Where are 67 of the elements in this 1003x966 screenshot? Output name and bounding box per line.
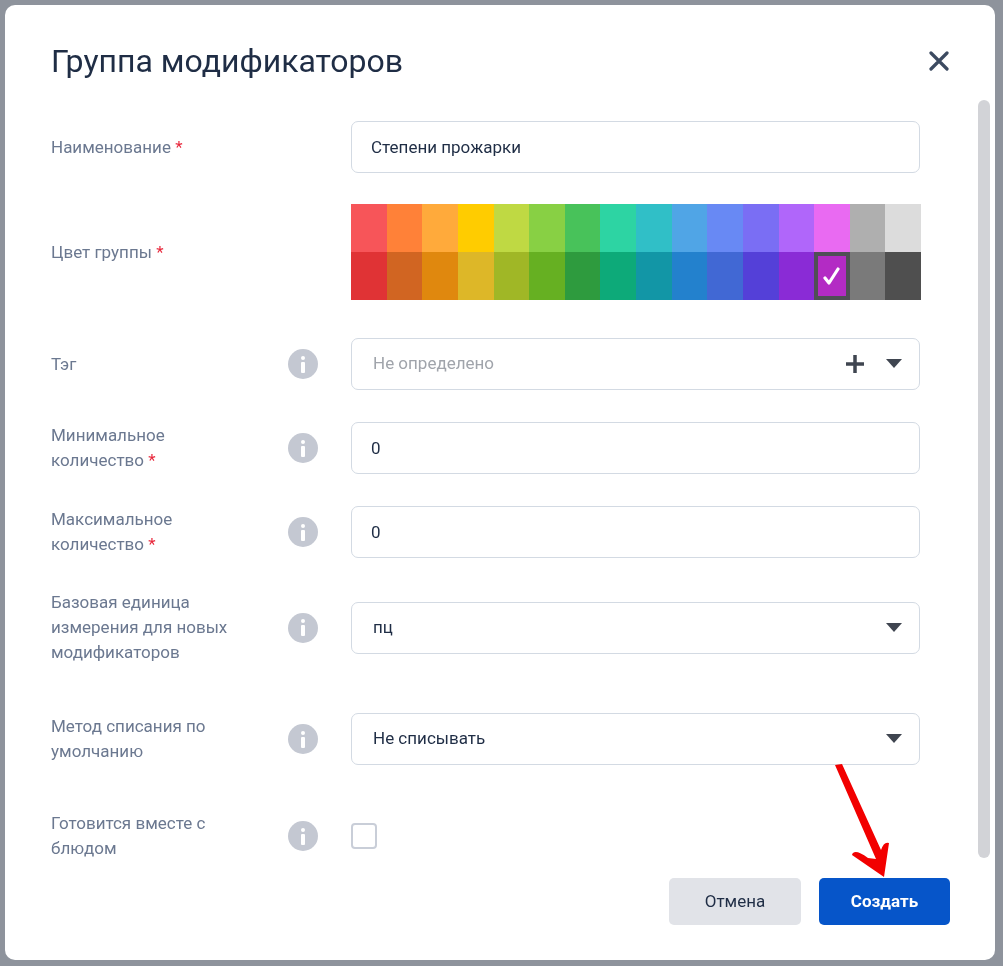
color-swatch[interactable]	[386, 252, 423, 300]
color-swatch[interactable]	[849, 204, 886, 252]
field-label: Базовая единица измерения для новых модификаторов	[51, 591, 229, 664]
color-swatch[interactable]	[493, 252, 530, 300]
text-input-field[interactable]: 0	[351, 422, 920, 474]
color-swatch[interactable]	[422, 252, 458, 300]
dropdown-value: пц	[373, 615, 394, 639]
info-icon[interactable]	[288, 433, 318, 463]
color-swatch[interactable]	[493, 204, 530, 252]
close-icon	[929, 51, 949, 71]
create-button[interactable]: Создать	[819, 878, 950, 925]
field-label: Наименование *	[51, 135, 184, 159]
color-swatch[interactable]	[636, 204, 672, 252]
color-swatch[interactable]	[885, 252, 921, 300]
color-swatch[interactable]	[778, 204, 815, 252]
color-swatch[interactable]	[457, 252, 494, 300]
color-swatch[interactable]	[564, 204, 601, 252]
dropdown-field[interactable]: пц	[351, 601, 920, 654]
dialog-title: Группа модификаторов	[51, 41, 404, 81]
info-icon[interactable]	[288, 517, 318, 547]
dropdown-caret-icon	[886, 359, 902, 369]
close-button[interactable]	[927, 49, 951, 73]
color-swatch[interactable]	[351, 252, 387, 300]
color-swatch[interactable]	[422, 204, 458, 252]
field-label: Максимальное количество *	[51, 508, 174, 556]
field-label: Тэг	[51, 352, 78, 376]
add-button[interactable]	[844, 353, 866, 375]
info-icon[interactable]	[288, 349, 318, 379]
color-swatch[interactable]	[707, 204, 743, 252]
color-swatch[interactable]	[351, 204, 387, 252]
color-swatch[interactable]	[564, 252, 601, 300]
check-icon	[822, 266, 841, 286]
color-swatch[interactable]	[742, 204, 779, 252]
color-swatch[interactable]	[707, 252, 743, 300]
color-swatch[interactable]	[814, 204, 850, 252]
text-input-field[interactable]: 0	[351, 506, 920, 558]
color-swatch[interactable]	[600, 252, 636, 300]
color-swatch[interactable]	[671, 252, 708, 300]
color-swatch[interactable]	[529, 204, 565, 252]
color-swatch[interactable]	[529, 252, 565, 300]
info-icon[interactable]	[288, 821, 318, 851]
color-swatch[interactable]	[600, 204, 636, 252]
field-label: Готовится вместе с блюдом	[51, 812, 207, 860]
text-input-field[interactable]: Степени прожарки	[351, 121, 920, 173]
dropdown-caret-icon	[886, 622, 902, 633]
checkbox[interactable]	[351, 823, 377, 849]
cancel-button[interactable]: Отмена	[669, 878, 801, 925]
dropdown-caret-icon	[886, 734, 902, 744]
dropdown-field[interactable]: Не списывать	[351, 713, 920, 765]
info-icon[interactable]	[288, 724, 318, 754]
color-swatch[interactable]	[849, 252, 886, 300]
info-icon[interactable]	[288, 612, 318, 643]
color-swatch[interactable]	[814, 252, 850, 300]
color-swatch[interactable]	[742, 252, 779, 300]
field-label: Метод списания по умолчанию	[51, 715, 207, 763]
dropdown-value: Не списывать	[373, 727, 487, 751]
plus-icon	[845, 354, 865, 374]
field-label: Минимальное количество *	[51, 424, 166, 472]
color-swatch[interactable]	[386, 204, 423, 252]
color-swatch[interactable]	[457, 204, 494, 252]
color-swatch[interactable]	[778, 252, 815, 300]
field-label: Цвет группы *	[51, 240, 165, 264]
dropdown-placeholder: Не определено	[373, 352, 496, 376]
color-swatch[interactable]	[885, 204, 921, 252]
color-swatch[interactable]	[671, 204, 708, 252]
color-swatch[interactable]	[636, 252, 672, 300]
scrollbar[interactable]	[978, 100, 990, 858]
